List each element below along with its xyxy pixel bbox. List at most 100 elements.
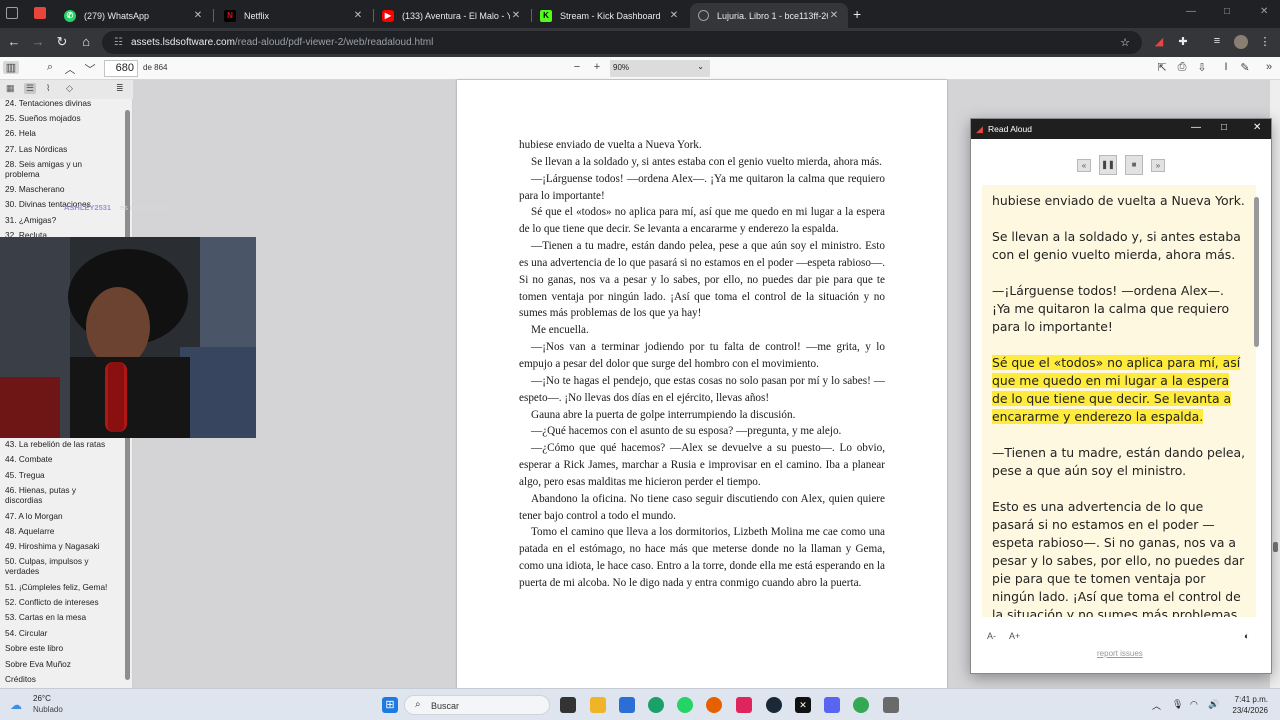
sidebar-toggle-icon[interactable]: ▥ <box>3 61 19 74</box>
toc-item[interactable]: 26. Hela <box>5 128 120 138</box>
tray-chevron-icon[interactable]: ︿ <box>1152 699 1161 712</box>
scrollbar-thumb[interactable] <box>1254 197 1259 347</box>
taskbar-search[interactable]: ⌕ Buscar <box>404 695 550 715</box>
toc-item[interactable]: 46. Hienas, putas y discordias <box>5 485 100 505</box>
page-number-input[interactable]: 680 <box>104 60 138 77</box>
discord-icon[interactable] <box>824 697 840 713</box>
tab-kick[interactable]: K Stream - Kick Dashboard ✕ <box>532 3 688 28</box>
whatsapp-icon[interactable] <box>677 697 693 713</box>
layers-icon[interactable]: ◇ <box>66 83 73 94</box>
pause-button[interactable]: ❚❚ <box>1099 155 1117 175</box>
store-icon[interactable] <box>619 697 635 713</box>
home-button[interactable]: ⌂ <box>78 34 94 49</box>
tab-youtube[interactable]: ▶ (133) Aventura - El Malo - YouT ✕ <box>374 3 530 28</box>
site-info-icon[interactable]: ☷ <box>114 37 123 48</box>
toc-item[interactable]: 51. ¡Cúmpleles feliz, Gema! <box>5 582 120 592</box>
close-icon[interactable]: ✕ <box>510 10 522 21</box>
toc-item[interactable]: 31. ¿Amigas? <box>5 215 120 225</box>
close-icon[interactable]: ✕ <box>1253 122 1261 133</box>
read-aloud-titlebar[interactable]: ◢ Read Aloud — □ ✕ <box>971 119 1271 139</box>
stop-button[interactable]: ■ <box>1125 155 1143 175</box>
toc-item[interactable]: 27. Las Nórdicas <box>5 144 120 154</box>
tab-whatsapp[interactable]: ✆ (279) WhatsApp ✕ <box>56 3 212 28</box>
toc-item[interactable]: 45. Tregua <box>5 470 120 480</box>
tiktok-icon[interactable] <box>736 697 752 713</box>
volume-icon[interactable]: 🔊 <box>1208 699 1219 710</box>
profile-avatar[interactable] <box>1234 35 1248 49</box>
save-icon[interactable]: ⇩ <box>1194 61 1210 74</box>
toc-item[interactable]: 52. Conflicto de intereses <box>5 597 120 607</box>
forward-button[interactable]: → <box>30 34 46 49</box>
dark-mode-icon[interactable]: ◐ <box>1244 631 1249 641</box>
maximize-icon[interactable]: □ <box>1224 6 1230 17</box>
minimize-icon[interactable]: — <box>1191 122 1201 133</box>
back-button[interactable]: ← <box>6 34 22 49</box>
close-icon[interactable]: ✕ <box>828 10 840 21</box>
toc-item[interactable]: 48. Aquelarre <box>5 526 120 536</box>
system-clock[interactable]: 7:41 p.m. 23/4/2026 <box>1228 694 1268 716</box>
chrome-icon[interactable] <box>853 697 869 713</box>
toc-item[interactable]: Sobre Eva Muñoz <box>5 659 120 669</box>
close-window-icon[interactable]: ✕ <box>1260 6 1268 17</box>
capcut-icon[interactable]: ✕ <box>795 697 811 713</box>
toc-item[interactable]: 47. A lo Morgan <box>5 511 120 521</box>
toc-item[interactable]: 29. Mascherano <box>5 184 120 194</box>
rewind-button[interactable]: « <box>1077 159 1091 172</box>
menu-icon[interactable]: ⋮ <box>1258 35 1272 49</box>
zoom-in-icon[interactable]: + <box>589 61 605 73</box>
read-aloud-scrollbar[interactable] <box>1253 187 1261 617</box>
font-increase-button[interactable]: A+ <box>1009 631 1020 641</box>
minimize-icon[interactable]: — <box>1186 6 1196 17</box>
toc-item[interactable]: Sobre este libro <box>5 643 120 653</box>
close-icon[interactable]: ✕ <box>352 10 364 21</box>
task-view-icon[interactable] <box>560 697 576 713</box>
firefox-icon[interactable] <box>706 697 722 713</box>
current-outline-icon[interactable]: ≣ <box>116 83 124 94</box>
more-tools-icon[interactable]: » <box>1261 61 1277 73</box>
read-aloud-extension-icon[interactable]: ◢ <box>1152 35 1166 49</box>
zoom-select[interactable]: 90% ⌄ <box>610 60 710 77</box>
address-bar[interactable]: ☷ assets.lsdsoftware.com /read-aloud/pdf… <box>102 31 1142 54</box>
draw-icon[interactable]: ✎ <box>1237 61 1253 74</box>
tab-list-icon[interactable] <box>6 7 18 19</box>
forward-button[interactable]: » <box>1151 159 1165 172</box>
extensions-icon[interactable]: ✚ <box>1176 35 1190 49</box>
text-select-icon[interactable]: I <box>1218 61 1234 73</box>
edge-icon[interactable] <box>648 697 664 713</box>
thumbnails-icon[interactable]: ▦ <box>6 83 15 94</box>
tab-netflix[interactable]: N Netflix ✕ <box>216 3 372 28</box>
microphone-icon[interactable]: 🎙 <box>1172 699 1183 710</box>
toc-item[interactable]: Créditos <box>5 674 120 684</box>
close-icon[interactable]: ✕ <box>668 10 680 21</box>
toc-item[interactable]: 43. La rebelión de las ratas <box>5 439 120 449</box>
new-tab-button[interactable]: + <box>853 6 867 22</box>
maximize-icon[interactable]: □ <box>1221 122 1227 133</box>
toc-item[interactable]: 49. Hiroshima y Nagasaki <box>5 541 120 551</box>
pinned-tab-icon[interactable] <box>34 7 46 19</box>
bookmark-star-icon[interactable]: ☆ <box>1120 36 1130 49</box>
toc-item[interactable]: 54. Circular <box>5 628 120 638</box>
windows-start-icon[interactable]: ⊞ <box>382 697 398 713</box>
file-explorer-icon[interactable] <box>590 697 606 713</box>
toc-item[interactable]: 44. Combate <box>5 454 120 464</box>
print-icon[interactable]: ⎙ <box>1174 61 1190 74</box>
app-icon[interactable] <box>883 697 899 713</box>
reload-button[interactable]: ↻ <box>54 34 70 50</box>
find-icon[interactable]: ⌕ <box>42 61 58 74</box>
toc-item[interactable]: 50. Culpas, impulsos y verdades <box>5 556 105 576</box>
font-decrease-button[interactable]: A- <box>987 631 996 641</box>
toc-item[interactable]: 28. Seis amigas y un problema <box>5 159 100 179</box>
tab-read-aloud-pdf[interactable]: Lujuria. Libro 1 - bce113ff-2608 ✕ <box>690 3 848 28</box>
report-issues-link[interactable]: report issues <box>1097 649 1143 658</box>
attachments-icon[interactable]: ⌇ <box>46 83 50 94</box>
steam-icon[interactable] <box>766 697 782 713</box>
toc-item[interactable]: 53. Cartas en la mesa <box>5 612 120 622</box>
toc-item[interactable]: 24. Tentaciones divinas <box>5 98 120 108</box>
outline-icon[interactable]: ☰ <box>24 83 37 94</box>
scrollbar-thumb[interactable] <box>1273 542 1278 552</box>
zoom-out-icon[interactable]: − <box>569 61 585 73</box>
media-controls-icon[interactable]: ≡ <box>1210 35 1224 49</box>
open-file-icon[interactable]: ⇱ <box>1154 61 1170 74</box>
previous-page-icon[interactable]: ︿ <box>62 61 78 77</box>
wifi-icon[interactable]: ◠ <box>1190 699 1198 710</box>
